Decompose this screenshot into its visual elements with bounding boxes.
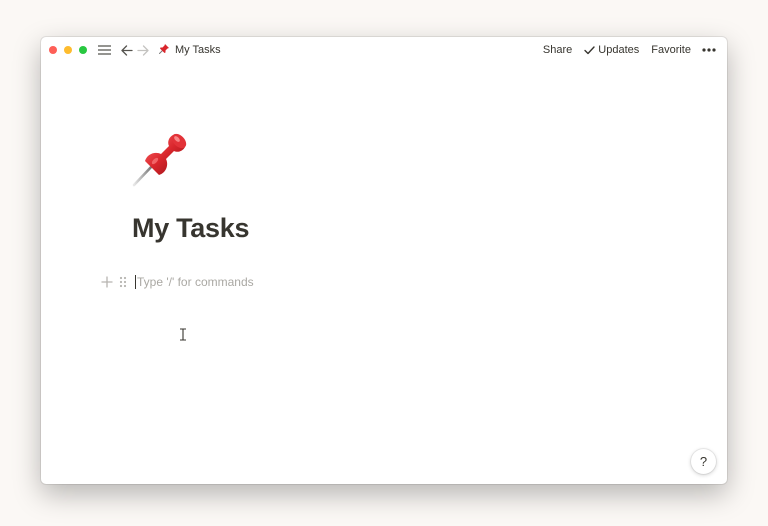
text-caret xyxy=(135,275,136,289)
app-window: My Tasks Share Updates Favorite My Tasks… xyxy=(41,37,727,484)
close-window-button[interactable] xyxy=(49,46,57,54)
more-options-icon[interactable] xyxy=(702,48,716,52)
updates-button[interactable]: Updates xyxy=(584,44,639,56)
empty-block: Type '/' for commands xyxy=(101,273,254,291)
minimize-window-button[interactable] xyxy=(64,46,72,54)
check-icon xyxy=(584,45,595,55)
text-block-input[interactable]: Type '/' for commands xyxy=(135,274,254,290)
breadcrumb-title: My Tasks xyxy=(175,44,221,56)
favorite-button[interactable]: Favorite xyxy=(651,44,691,56)
page-title[interactable]: My Tasks xyxy=(132,213,249,244)
block-placeholder: Type '/' for commands xyxy=(137,275,254,289)
back-arrow-icon[interactable] xyxy=(120,42,134,58)
breadcrumb[interactable]: My Tasks xyxy=(158,43,221,58)
updates-label: Updates xyxy=(598,44,640,56)
titlebar: My Tasks Share Updates Favorite xyxy=(41,37,727,63)
plus-icon[interactable] xyxy=(101,276,115,288)
hamburger-menu-icon[interactable] xyxy=(96,42,112,58)
help-button[interactable]: ? xyxy=(691,449,716,474)
drag-handle-icon[interactable] xyxy=(119,276,129,288)
pushpin-icon[interactable] xyxy=(131,127,193,189)
window-controls xyxy=(49,46,94,54)
forward-arrow-icon[interactable] xyxy=(136,42,150,58)
text-cursor-icon xyxy=(179,328,187,346)
pushpin-icon xyxy=(158,43,170,58)
titlebar-actions: Share Updates Favorite xyxy=(543,44,716,56)
help-label: ? xyxy=(699,454,708,469)
share-button[interactable]: Share xyxy=(543,44,572,56)
zoom-window-button[interactable] xyxy=(79,46,87,54)
